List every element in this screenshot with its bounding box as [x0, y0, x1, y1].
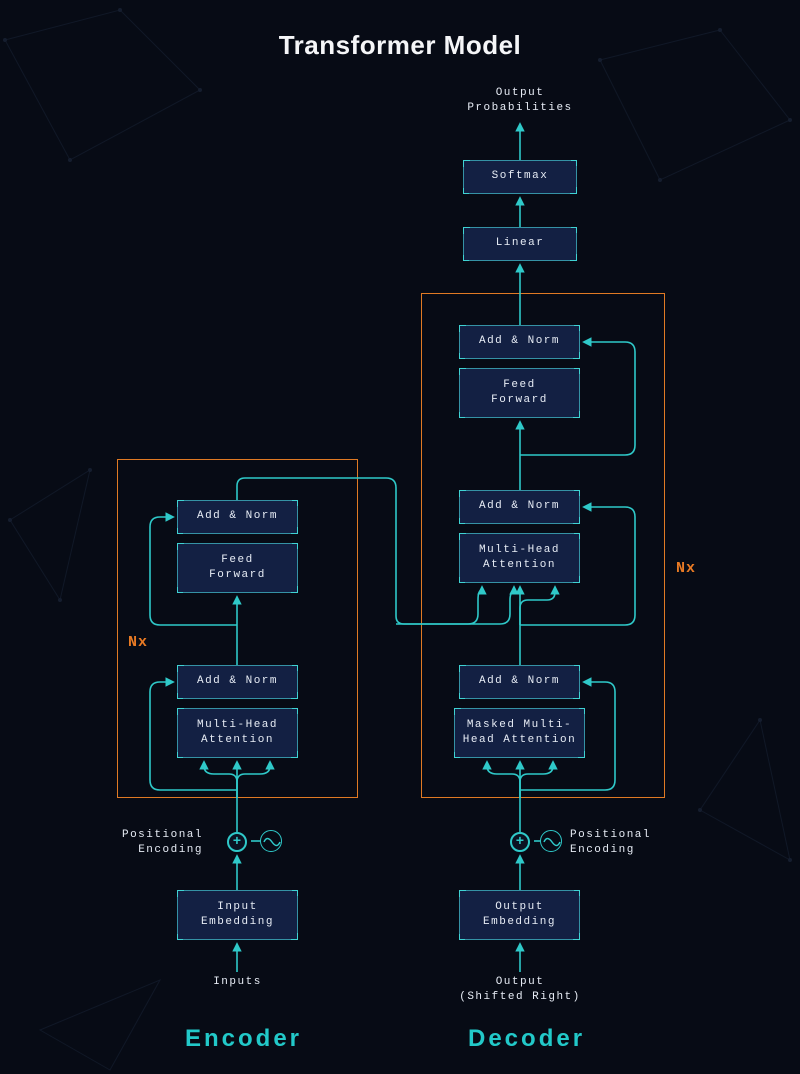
decoder-posenc-label: Positional Encoding	[570, 828, 670, 859]
decoder-sine-icon	[540, 830, 562, 852]
encoder-multihead: Multi-Head Attention	[177, 708, 298, 758]
decoder-outputs-label: Output (Shifted Right)	[440, 975, 600, 1006]
encoder-sine-icon	[260, 830, 282, 852]
decoder-masked-multihead-label: Masked Multi- Head Attention	[463, 718, 576, 749]
encoder-embedding-label: Input Embedding	[201, 900, 274, 931]
encoder-inputs-label: Inputs	[177, 975, 298, 990]
decoder-multihead-label: Multi-Head Attention	[479, 543, 560, 574]
encoder-nx-label: Nx	[128, 634, 148, 651]
encoder-multihead-label: Multi-Head Attention	[197, 718, 278, 749]
softmax-label: Softmax	[492, 169, 549, 184]
decoder-masked-multihead: Masked Multi- Head Attention	[454, 708, 585, 758]
decoder-addnorm-2: Add & Norm	[459, 490, 580, 524]
decoder-multihead: Multi-Head Attention	[459, 533, 580, 583]
decoder-feedforward: Feed Forward	[459, 368, 580, 418]
encoder-posenc-label: Positional Encoding	[103, 828, 203, 859]
decoder-nx-label: Nx	[676, 560, 696, 577]
encoder-addnorm-top-label: Add & Norm	[197, 509, 278, 524]
encoder-embedding: Input Embedding	[177, 890, 298, 940]
decoder-column-title: Decoder	[468, 1025, 585, 1053]
encoder-add-positional: +	[227, 832, 247, 852]
softmax-block: Softmax	[463, 160, 577, 194]
encoder-addnorm-bottom: Add & Norm	[177, 665, 298, 699]
encoder-feedforward-label: Feed Forward	[209, 553, 266, 584]
decoder-addnorm-1: Add & Norm	[459, 325, 580, 359]
decoder-embedding: Output Embedding	[459, 890, 580, 940]
decoder-addnorm-1-label: Add & Norm	[479, 334, 560, 349]
decoder-addnorm-3-label: Add & Norm	[479, 674, 560, 689]
decoder-addnorm-2-label: Add & Norm	[479, 499, 560, 514]
decoder-embedding-label: Output Embedding	[483, 900, 556, 931]
output-prob-label: Output Probabilities	[430, 86, 610, 117]
diagram-title: Transformer Model	[0, 30, 800, 61]
linear-label: Linear	[496, 236, 545, 251]
encoder-addnorm-top: Add & Norm	[177, 500, 298, 534]
decoder-feedforward-label: Feed Forward	[491, 378, 548, 409]
encoder-addnorm-bottom-label: Add & Norm	[197, 674, 278, 689]
decoder-add-positional: +	[510, 832, 530, 852]
decoder-addnorm-3: Add & Norm	[459, 665, 580, 699]
linear-block: Linear	[463, 227, 577, 261]
encoder-feedforward: Feed Forward	[177, 543, 298, 593]
encoder-column-title: Encoder	[185, 1025, 302, 1053]
